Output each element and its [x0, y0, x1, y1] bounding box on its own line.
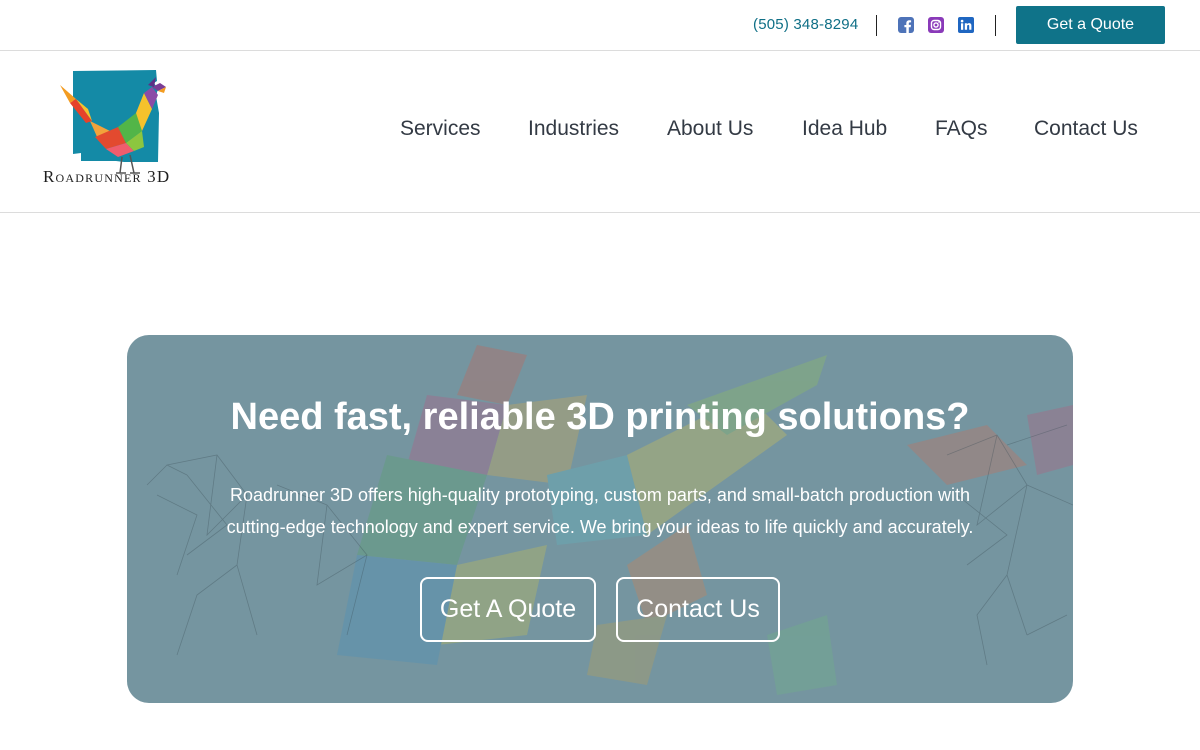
nav-item-services[interactable]: Services: [400, 117, 481, 141]
hero-contact-us-button[interactable]: Contact Us: [616, 577, 780, 642]
top-utility-bar: (505) 348-8294 Get a Quote: [0, 0, 1200, 51]
hero-description: Roadrunner 3D offers high-quality protot…: [187, 479, 1013, 543]
hero-description-line-1: Roadrunner 3D offers high-quality protot…: [229, 485, 971, 505]
get-a-quote-button[interactable]: Get a Quote: [1016, 6, 1165, 44]
nav-item-idea-hub[interactable]: Idea Hub: [802, 117, 887, 141]
hero-description-line-2: cutting-edge technology and expert servi…: [226, 517, 974, 537]
divider: [876, 15, 877, 36]
hero-title: Need fast, reliable 3D printing solution…: [230, 396, 970, 438]
instagram-icon[interactable]: [928, 17, 944, 33]
linkedin-icon[interactable]: [958, 17, 974, 33]
divider: [995, 15, 996, 36]
facebook-icon[interactable]: [898, 17, 914, 33]
nav-item-faqs[interactable]: FAQs: [935, 117, 988, 141]
hero-banner: Need fast, reliable 3D printing solution…: [127, 335, 1073, 703]
main-nav: Services Industries About Us Idea Hub FA…: [0, 117, 1200, 147]
nav-item-about-us[interactable]: About Us: [667, 117, 753, 141]
nav-item-contact-us[interactable]: Contact Us: [1034, 117, 1138, 141]
hero-get-a-quote-button[interactable]: Get A Quote: [420, 577, 596, 642]
main-header: Roadrunner 3D Services Industries About …: [0, 51, 1200, 213]
nav-item-industries[interactable]: Industries: [528, 117, 619, 141]
logo-wordmark: Roadrunner 3D: [43, 167, 171, 186]
phone-link[interactable]: (505) 348-8294: [753, 16, 858, 33]
